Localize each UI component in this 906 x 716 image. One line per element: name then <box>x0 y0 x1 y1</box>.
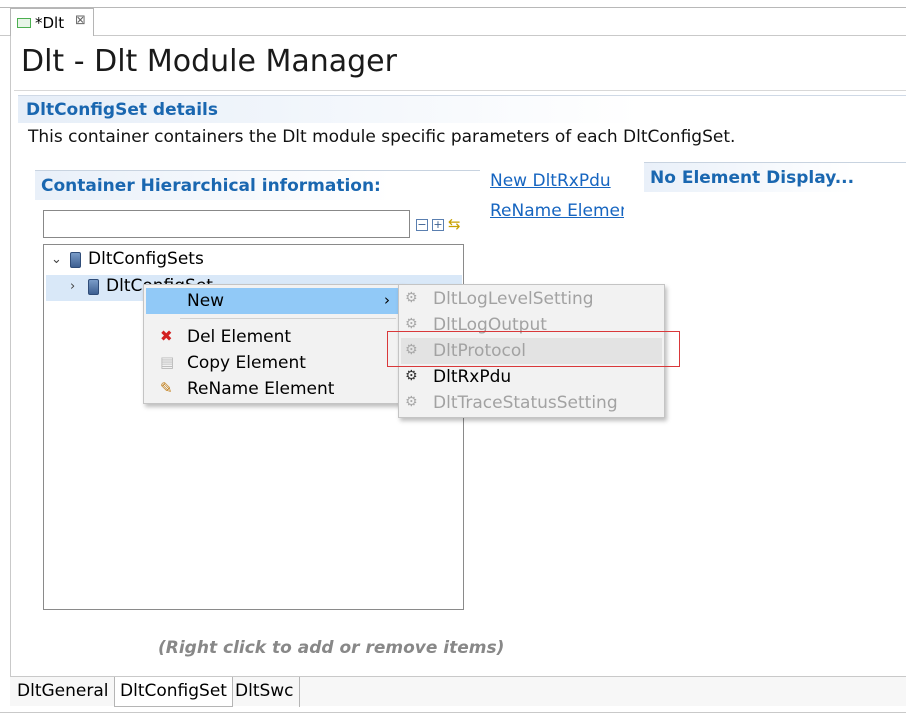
gear-icon: ⚙ <box>405 394 418 410</box>
tab-dltswc[interactable]: DltSwc <box>230 677 300 707</box>
chevron-down-icon[interactable]: ⌄ <box>51 252 62 267</box>
hierarchy-title: Container Hierarchical information: <box>41 176 381 196</box>
title-divider <box>14 90 906 91</box>
menu-item-rename-element[interactable]: ✎ ReName Element <box>146 376 400 402</box>
delete-icon: ✖ <box>160 327 173 345</box>
annotation-highlight-box <box>387 331 680 367</box>
new-dltrxpdu-link[interactable]: New DltRxPdu <box>490 171 611 191</box>
menu-item-del-element[interactable]: ✖ Del Element <box>146 324 400 350</box>
rename-element-link[interactable]: ReName Element <box>490 201 624 221</box>
submenu-item-label: DltLogLevelSetting <box>433 289 594 309</box>
editor-tab-strip: *Dlt ⊠ <box>0 0 906 36</box>
copy-icon: ▤ <box>160 353 175 371</box>
tree-node-label: DltConfigSets <box>88 249 204 269</box>
editor-tab-title: *Dlt <box>35 14 65 32</box>
tab-dltconfigset[interactable]: DltConfigSet <box>114 677 233 707</box>
gear-icon: ⚙ <box>405 368 418 384</box>
tab-strip-top-rule <box>0 7 906 8</box>
hierarchy-header: Container Hierarchical information: <box>35 170 480 200</box>
container-icon <box>70 252 81 268</box>
close-icon[interactable]: ⊠ <box>75 13 86 28</box>
section-header: DltConfigSet details <box>18 95 906 123</box>
tab-dltgeneral[interactable]: DltGeneral <box>12 677 113 707</box>
submenu-item-dltloglevelsetting[interactable]: ⚙ DltLogLevelSetting <box>401 286 662 312</box>
menu-item-label: Del Element <box>187 327 292 347</box>
tree-filter-input[interactable] <box>43 210 410 238</box>
context-menu: New › ✖ Del Element ▤ Copy Element ✎ ReN… <box>143 284 403 404</box>
menu-separator <box>180 318 396 319</box>
chevron-right-icon[interactable]: › <box>70 279 75 294</box>
menu-item-copy-element[interactable]: ▤ Copy Element <box>146 350 400 376</box>
page-title: Dlt - Dlt Module Manager <box>21 44 397 79</box>
gear-icon: ⚙ <box>405 290 418 306</box>
menu-item-label: ReName Element <box>187 379 335 399</box>
pencil-icon: ✎ <box>160 379 173 397</box>
element-display-title: No Element Display... <box>650 168 855 188</box>
gear-icon: ⚙ <box>405 316 418 332</box>
editor-left-border <box>10 36 11 676</box>
menu-item-new[interactable]: New › <box>146 288 400 314</box>
collapse-all-icon[interactable]: − <box>416 219 428 231</box>
editor-tab-dlt[interactable]: *Dlt ⊠ <box>10 8 94 36</box>
section-description: This container containers the Dlt module… <box>28 127 736 147</box>
submenu-item-label: DltRxPdu <box>433 367 512 387</box>
submenu-item-dltrxpdu[interactable]: ⚙ DltRxPdu <box>401 364 662 390</box>
container-icon <box>88 279 99 295</box>
submenu-item-label: DltTraceStatusSetting <box>433 393 618 413</box>
element-display-header: No Element Display... <box>644 162 906 192</box>
submenu-item-dltracestatussetting[interactable]: ⚙ DltTraceStatusSetting <box>401 390 662 416</box>
link-with-editor-icon[interactable]: ⇆ <box>448 215 461 233</box>
editor-file-icon <box>17 18 31 28</box>
expand-all-icon[interactable]: + <box>432 219 444 231</box>
bottom-divider <box>0 712 906 713</box>
menu-item-label: New <box>187 291 225 311</box>
submenu-arrow-icon: › <box>384 291 390 309</box>
menu-item-label: Copy Element <box>187 353 306 373</box>
usage-hint: (Right click to add or remove items) <box>158 638 505 658</box>
page-tabs: DltGeneral DltConfigSet DltSwc <box>10 676 906 707</box>
section-title: DltConfigSet details <box>26 100 218 120</box>
